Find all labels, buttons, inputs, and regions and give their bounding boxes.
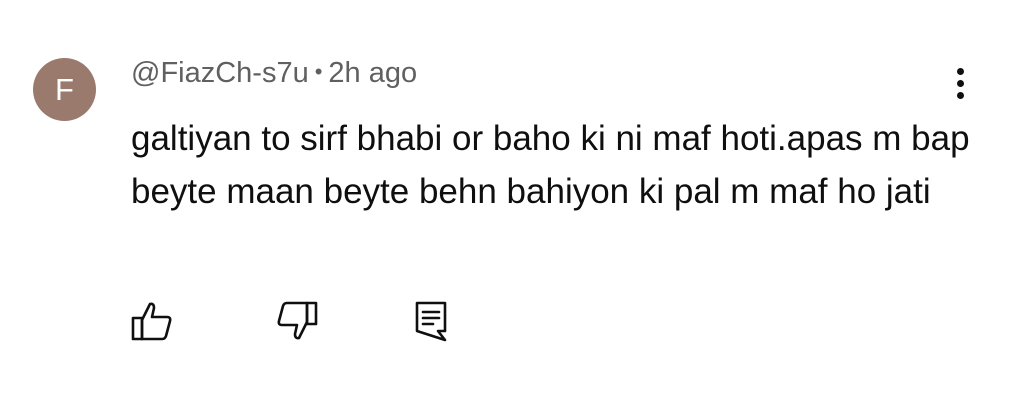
like-button[interactable]: [129, 298, 175, 344]
more-options-button[interactable]: [944, 68, 976, 108]
thumbs-down-icon: [277, 301, 318, 340]
reply-comment-icon: [415, 301, 447, 342]
reply-button[interactable]: [408, 298, 454, 344]
comment-card: F @FiazCh-s7u • 2h ago galtiyan to sirf bh…: [0, 0, 1024, 410]
comment-timestamp: 2h ago: [328, 57, 418, 89]
thumbs-up-icon: [131, 302, 172, 341]
dislike-button[interactable]: [274, 298, 320, 344]
avatar[interactable]: F: [33, 58, 96, 121]
author-name[interactable]: @FiazCh-s7u: [131, 57, 309, 89]
separator-dot: •: [314, 59, 323, 84]
comment-text: galtiyan to sirf bhabi or baho ki ni maf…: [131, 119, 970, 211]
comment-header: @FiazCh-s7u • 2h ago: [131, 57, 417, 90]
more-vertical-icon: [956, 68, 964, 75]
